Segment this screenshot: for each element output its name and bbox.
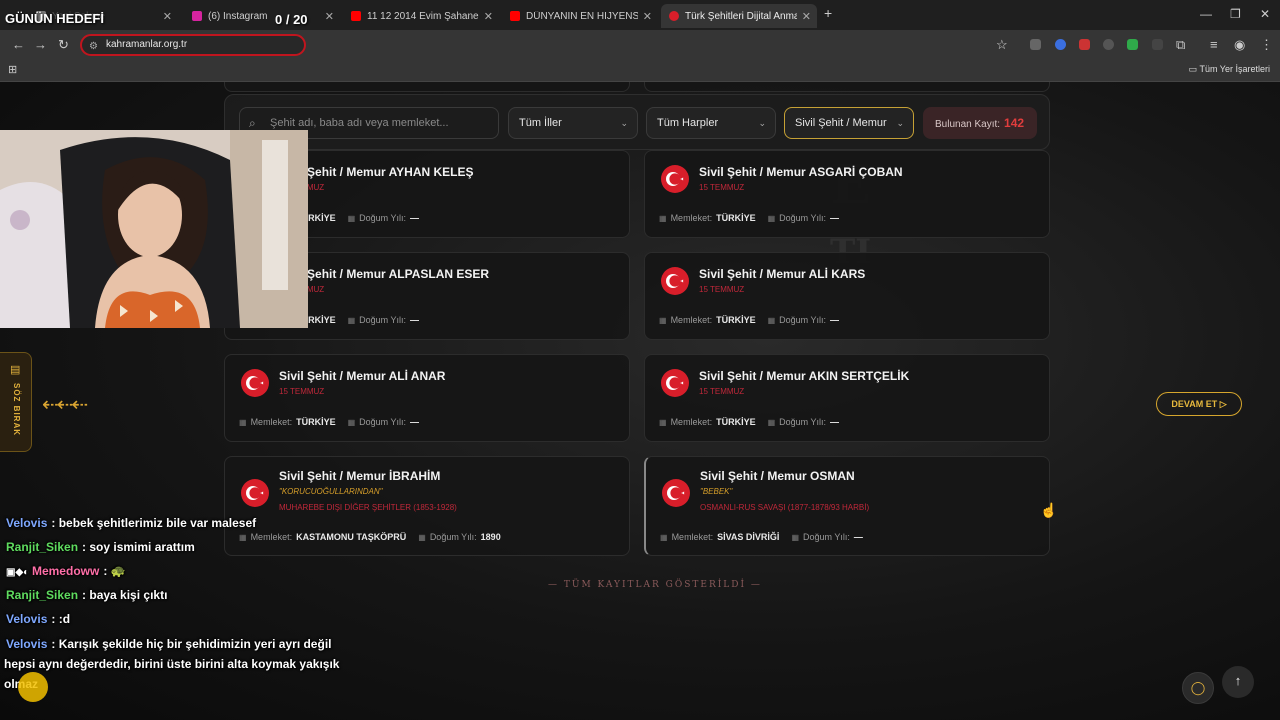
menu-icon[interactable]: ⋮	[1260, 37, 1273, 53]
all-records-shown-label: — TÜM KAYITLAR GÖSTERİLDİ —	[548, 580, 762, 590]
minimize-icon[interactable]: —	[1200, 7, 1212, 21]
turkish-flag-icon	[241, 369, 269, 397]
chat-message: Ranjit_Siken: baya kişi çıktı	[6, 588, 168, 602]
chat-message: Velovis: Karışık şekilde hiç bir şehidim…	[6, 637, 332, 651]
yellow-badge-icon	[18, 672, 48, 702]
chat-bubble-button[interactable]: ◯	[1182, 672, 1214, 704]
chat-message: hepsi aynı değerdedir, birini üste birin…	[4, 657, 340, 671]
leave-word-tab[interactable]: ▤ SÖZ BIRAK	[0, 352, 32, 452]
apps-grid-icon[interactable]: ⊞	[8, 63, 17, 76]
continue-button[interactable]: DEVAM ET ▷	[1156, 392, 1242, 416]
location-icon: ▦	[660, 533, 668, 542]
tab-turk-sehitleri[interactable]: Türk Şehitleri Dijital Anma Arşiv ✕	[661, 4, 817, 28]
extensions-puzzle-icon[interactable]: ⧉	[1176, 37, 1185, 53]
chevron-down-icon: ⌄	[896, 118, 904, 128]
chat-message: Velovis: :d	[6, 612, 71, 626]
forward-icon[interactable]: →	[34, 37, 47, 52]
youtube-icon	[351, 11, 361, 21]
close-icon[interactable]: ✕	[643, 10, 652, 23]
location-icon: ▦	[659, 214, 667, 223]
bookmark-star-icon[interactable]: ☆	[996, 37, 1008, 53]
extension-icon[interactable]	[1103, 39, 1114, 50]
extension-icon[interactable]	[1055, 39, 1066, 50]
martyr-card[interactable]: Sivil Şehit / Memur ASGARİ ÇOBAN 15 TEMM…	[644, 150, 1050, 238]
chat-message: Velovis: bebek şehitlerimiz bile var mal…	[6, 516, 257, 530]
arrow-left-icons[interactable]: ⇠⇠⇠	[42, 392, 88, 417]
media-control-icon[interactable]: ≡	[1210, 37, 1218, 52]
turkish-flag-icon	[661, 369, 689, 397]
daily-goal-overlay: GÜNÜN HEDEFİ 0 / 20	[5, 11, 308, 27]
close-icon[interactable]: ✕	[802, 10, 811, 23]
location-icon: ▦	[659, 418, 667, 427]
martyr-card[interactable]: Sivil Şehit / Memur OSMAN "BEBEK" OSMANL…	[644, 456, 1050, 556]
martyr-card[interactable]: Sivil Şehit / Memur ALİ KARS 15 TEMMUZ ▦…	[644, 252, 1050, 340]
chat-message: Ranjit_Siken: soy ismimi arattım	[6, 540, 195, 554]
webcam-feed	[0, 130, 308, 328]
martyr-card[interactable]: Sivil Şehit / Memur AKIN SERTÇELİK 15 TE…	[644, 354, 1050, 442]
note-icon: ▤	[10, 364, 21, 376]
turkish-flag-icon	[241, 479, 269, 507]
filter-bar: ⌕ Şehit adı, baba adı veya memleket... T…	[224, 94, 1050, 150]
close-icon[interactable]: ✕	[325, 10, 334, 23]
calendar-icon: ▦	[767, 316, 776, 325]
back-icon[interactable]: ←	[12, 37, 25, 52]
all-bookmarks-folder[interactable]: ▭ Tüm Yer İşaretleri	[1189, 64, 1270, 75]
card-partial	[644, 82, 1050, 92]
new-tab-button[interactable]: +	[824, 5, 832, 21]
chat-message: ▣◆◐ Memedoww: 🐢	[6, 564, 126, 578]
browser-toolbar: ← → ↻ ⚙ kahramanlar.org.tr ☆ ⧉ ≡ ◉ ⋮	[0, 30, 1280, 60]
maximize-icon[interactable]: ❐	[1230, 7, 1241, 21]
turkish-flag-icon	[661, 267, 689, 295]
tab-youtube-2[interactable]: DÜNYANIN EN HİJYENSİZ SOKA ✕	[502, 4, 658, 28]
chat-icon: ◯	[1190, 680, 1206, 695]
extension-icon[interactable]	[1079, 39, 1090, 50]
close-window-icon[interactable]: ✕	[1260, 7, 1270, 21]
turkish-flag-icon	[661, 165, 689, 193]
card-partial	[224, 82, 630, 92]
calendar-icon: ▦	[347, 418, 356, 427]
play-icon: ▷	[1219, 399, 1227, 409]
calendar-icon: ▦	[347, 316, 356, 325]
war-select[interactable]: Tüm Harpler ⌄	[646, 107, 776, 139]
calendar-icon: ▦	[791, 533, 799, 542]
calendar-icon: ▦	[347, 214, 356, 223]
address-bar[interactable]: ⚙ kahramanlar.org.tr	[80, 34, 306, 56]
arrow-up-icon: ↑	[1234, 673, 1242, 688]
mouse-cursor-icon: ☝	[1040, 502, 1058, 518]
bookmarks-bar: ⊞ ▭ Tüm Yer İşaretleri	[0, 60, 1280, 82]
calendar-icon: ▦	[767, 418, 776, 427]
chevron-down-icon: ⌄	[620, 118, 628, 128]
youtube-icon	[510, 11, 520, 21]
profile-icon[interactable]: ◉	[1234, 37, 1245, 53]
extension-icon[interactable]	[1152, 39, 1163, 50]
location-icon: ▦	[659, 316, 667, 325]
calendar-icon: ▦	[418, 533, 426, 542]
category-select[interactable]: Sivil Şehit / Memur ⌄	[784, 107, 914, 139]
scroll-top-button[interactable]: ↑	[1222, 666, 1254, 698]
turkish-flag-icon	[669, 11, 679, 21]
martyr-card[interactable]: Sivil Şehit / Memur ALİ ANAR 15 TEMMUZ ▦…	[224, 354, 630, 442]
close-icon[interactable]: ✕	[484, 10, 493, 23]
extension-icon[interactable]	[1030, 39, 1041, 50]
adblock-icon[interactable]	[1127, 39, 1138, 50]
record-count-badge: Bulunan Kayıt: 142	[923, 107, 1037, 139]
turkish-flag-icon	[662, 479, 690, 507]
calendar-icon: ▦	[767, 214, 776, 223]
tab-youtube-1[interactable]: 11 12 2014 Evim Şahane - YouT ✕	[343, 4, 499, 28]
martyr-card[interactable]: Sivil Şehit / Memur İBRAHİM "KORUCUOĞULL…	[224, 456, 630, 556]
webcam-overlay	[0, 130, 308, 328]
chevron-down-icon: ⌄	[758, 118, 766, 128]
folder-icon: ▭	[1188, 64, 1200, 74]
location-icon: ▦	[239, 418, 247, 427]
reload-icon[interactable]: ↻	[58, 37, 69, 53]
location-icon: ▦	[239, 533, 247, 542]
site-info-icon[interactable]: ⚙	[89, 38, 98, 56]
badge-icons: ▣◆◐	[6, 567, 32, 578]
province-select[interactable]: Tüm İller ⌄	[508, 107, 638, 139]
